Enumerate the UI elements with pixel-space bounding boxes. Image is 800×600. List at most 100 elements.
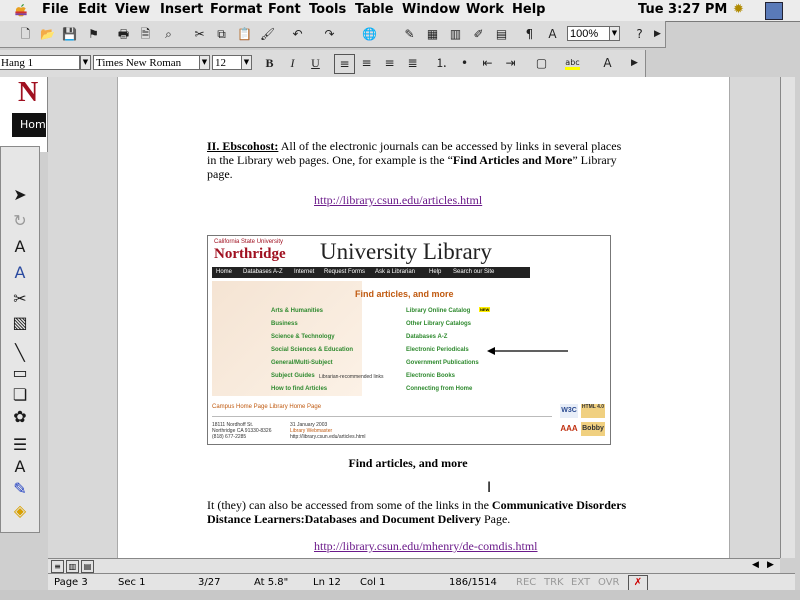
line-color-icon[interactable]: ✎: [7, 477, 33, 501]
formatting-more-icon[interactable]: ▶: [625, 54, 644, 72]
font-size-dropdown-icon[interactable]: ▼: [241, 55, 252, 70]
menu-work[interactable]: Work: [466, 2, 504, 17]
nav-ask: Ask a Librarian: [375, 269, 416, 275]
increase-indent-icon[interactable]: ⇥: [501, 54, 520, 72]
text-box-icon[interactable]: A: [543, 25, 562, 43]
rectangle-tool-icon[interactable]: ▭: [7, 361, 33, 385]
bookmark-icon[interactable]: ⚑: [84, 25, 103, 43]
select-arrow-icon[interactable]: ➤: [7, 183, 33, 207]
undo-icon[interactable]: ↶: [288, 25, 307, 43]
justify-icon[interactable]: ≣: [403, 54, 422, 72]
underline-icon[interactable]: U: [306, 54, 325, 72]
insert-clipart-icon[interactable]: ✂: [7, 287, 33, 311]
style-dropdown-icon[interactable]: ▼: [80, 55, 91, 70]
status-rec[interactable]: REC: [516, 577, 536, 588]
font-field[interactable]: Times New Roman: [93, 55, 200, 70]
bold-icon[interactable]: B: [260, 54, 279, 72]
italic-icon[interactable]: I: [283, 54, 302, 72]
draw-table-icon[interactable]: ✎: [400, 25, 419, 43]
decrease-indent-icon[interactable]: ⇤: [478, 54, 497, 72]
aaa-badge: AAA: [560, 424, 578, 433]
menu-format[interactable]: Format: [210, 2, 262, 17]
status-trk[interactable]: TRK: [544, 577, 564, 588]
normal-view-icon[interactable]: ≡: [51, 560, 64, 573]
find-icon[interactable]: ⌕: [159, 25, 178, 43]
menu-view[interactable]: View: [115, 2, 150, 17]
print-icon[interactable]: 🖶: [114, 25, 133, 43]
numbering-icon[interactable]: ⒈: [432, 54, 451, 72]
keyboard-menu-icon[interactable]: ✹: [733, 2, 744, 17]
status-ovr[interactable]: OVR: [598, 577, 619, 588]
online-layout-icon[interactable]: ▥: [66, 560, 79, 573]
help-icon[interactable]: ?: [630, 25, 649, 43]
document-map-icon[interactable]: ▤: [492, 25, 511, 43]
autoshapes-icon[interactable]: ❏: [7, 383, 33, 407]
oval-tool-icon[interactable]: ✿: [7, 405, 33, 429]
menu-window[interactable]: Window: [402, 2, 460, 17]
text-effect-icon[interactable]: A: [7, 261, 33, 285]
web-left-link-3: Science & Technology: [271, 334, 335, 340]
status-page: Page 3: [54, 577, 88, 588]
application-menu-icon[interactable]: [765, 2, 783, 20]
status-position: At 5.8": [254, 577, 289, 588]
copy-icon[interactable]: ⧉: [212, 25, 231, 43]
menu-table[interactable]: Table: [355, 2, 394, 17]
scroll-left-icon[interactable]: ◀: [752, 560, 759, 570]
ebscohost-heading: II. Ebscohost:: [207, 139, 279, 153]
show-formatting-icon[interactable]: ¶: [520, 25, 539, 43]
save-icon[interactable]: 💾: [60, 25, 79, 43]
vertical-scrollbar[interactable]: [780, 77, 795, 558]
menu-tools[interactable]: Tools: [309, 2, 346, 17]
articles-link[interactable]: http://library.csun.edu/articles.html: [314, 193, 482, 208]
image-caption: Find articles, and more: [348, 456, 468, 470]
new-badge: NEW: [479, 307, 491, 312]
borders-icon[interactable]: ▢: [532, 54, 551, 72]
drawing-toggle-icon[interactable]: ✐: [469, 25, 488, 43]
align-right-icon[interactable]: ≡: [380, 54, 399, 72]
spelling-status-icon[interactable]: ✗: [628, 575, 648, 591]
bullets-icon[interactable]: •: [455, 54, 474, 72]
status-ext[interactable]: EXT: [571, 577, 590, 588]
style-field[interactable]: Hang 1: [0, 55, 80, 70]
bobby-badge: Bobby: [581, 422, 605, 436]
redo-icon[interactable]: ↷: [320, 25, 339, 43]
highlight-icon[interactable]: abc: [563, 54, 582, 72]
insert-table-icon[interactable]: ▦: [423, 25, 442, 43]
font-size-field[interactable]: 12: [212, 55, 242, 70]
font-dropdown-icon[interactable]: ▼: [199, 55, 210, 70]
open-icon[interactable]: 📂: [38, 25, 57, 43]
paste-icon[interactable]: 📋: [235, 25, 254, 43]
page-layout-icon[interactable]: ▤: [81, 560, 94, 573]
new-document-icon[interactable]: 🗋: [16, 25, 35, 43]
align-center-icon[interactable]: ≡: [357, 54, 376, 72]
zoom-dropdown-icon[interactable]: ▼: [609, 26, 620, 41]
zoom-field[interactable]: 100%: [567, 26, 610, 41]
menu-file[interactable]: File: [42, 2, 69, 17]
font-color-icon[interactable]: A: [598, 54, 617, 72]
align-left-icon[interactable]: ≡: [334, 54, 355, 74]
line-style-icon[interactable]: ☰: [7, 433, 33, 457]
format-painter-icon[interactable]: 🖌: [258, 25, 277, 43]
free-rotate-icon[interactable]: ↻: [7, 209, 33, 233]
horizontal-scrollbar[interactable]: ◀ ▶: [96, 558, 780, 573]
toolbar-more-icon[interactable]: ▶: [648, 25, 667, 43]
menu-insert[interactable]: Insert: [160, 2, 203, 17]
home-tab[interactable]: Hom: [12, 113, 46, 137]
scroll-right-icon[interactable]: ▶: [767, 560, 774, 570]
insert-picture-icon[interactable]: ▧: [7, 311, 33, 335]
fill-color-icon[interactable]: ◈: [7, 499, 33, 523]
wordart-icon[interactable]: A: [7, 235, 33, 259]
comdis-link[interactable]: http://library.csun.edu/mhenry/de-comdis…: [314, 539, 538, 554]
cut-icon[interactable]: ✂: [190, 25, 209, 43]
menu-clock: Tue 3:27 PM: [638, 2, 728, 17]
print-preview-icon[interactable]: 🗎: [136, 25, 155, 43]
menu-font[interactable]: Font: [268, 2, 301, 17]
status-bar: Page 3 Sec 1 3/27 At 5.8" Ln 12 Col 1 18…: [48, 573, 795, 591]
hyperlink-icon[interactable]: 🌐: [360, 25, 379, 43]
text-color-icon[interactable]: A: [7, 455, 33, 479]
menu-help[interactable]: Help: [512, 2, 545, 17]
columns-icon[interactable]: ▥: [446, 25, 465, 43]
menu-edit[interactable]: Edit: [78, 2, 107, 17]
apple-menu-icon[interactable]: [13, 3, 29, 18]
library-banner: University Library: [320, 239, 492, 264]
